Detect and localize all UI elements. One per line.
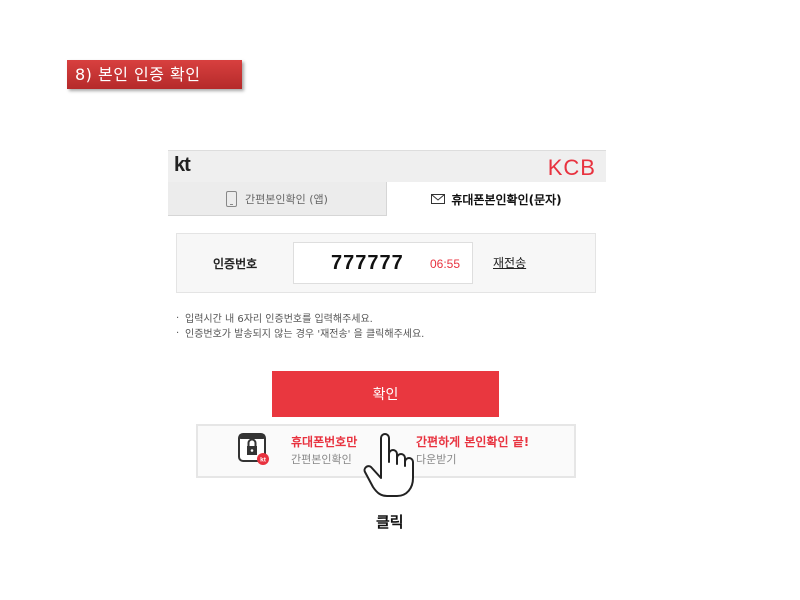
resend-link[interactable]: 재전송 — [493, 254, 526, 271]
tab-app-label: 간편본인확인 (앱) — [245, 192, 328, 206]
confirm-button[interactable]: 확인 — [272, 371, 499, 417]
promo-title-right: 간편하게 본인확인 끝! — [416, 435, 530, 449]
kt-logo: kt — [174, 154, 191, 176]
promo-title-left: 휴대폰번호만 — [291, 435, 358, 449]
lock-phone-icon: kt — [238, 433, 269, 465]
promo-sub-right: 다운받기 — [416, 453, 457, 466]
auth-method-tabs: 간편본인확인 (앱) 휴대폰본인확인(문자) — [168, 182, 606, 216]
tab-sms-label: 휴대폰본인확인(문자) — [451, 192, 562, 207]
countdown-timer: 06:55 — [429, 257, 460, 271]
auth-code-value: 777777 — [331, 252, 404, 274]
phone-icon — [226, 190, 238, 207]
click-annotation: 클릭 — [376, 513, 404, 531]
step-title-badge: 8) 본인 인증 확인 — [67, 60, 242, 89]
note-item: 인증번호가 발송되지 않는 경우 '재전송' 을 클릭해주세요. — [176, 323, 424, 342]
pointer-hand-icon — [363, 433, 414, 497]
auth-code-box: 인증번호 777777 06:55 재전송 — [176, 233, 596, 293]
mail-icon — [431, 194, 446, 204]
kt-badge-text: kt — [260, 457, 267, 464]
promo-sub-left: 간편본인확인 — [291, 453, 352, 466]
note-item: 입력시간 내 6자리 인증번호를 입력해주세요. — [176, 308, 424, 327]
tab-sms-auth[interactable]: 휴대폰본인확인(문자) — [387, 182, 606, 216]
auth-code-input[interactable]: 777777 06:55 — [293, 242, 473, 284]
instruction-notes: 입력시간 내 6자리 인증번호를 입력해주세요. 인증번호가 발송되지 않는 경… — [176, 308, 424, 342]
auth-code-label: 인증번호 — [213, 257, 258, 271]
step-title: 8) 본인 인증 확인 — [75, 65, 201, 84]
tab-app-auth[interactable]: 간편본인확인 (앱) — [168, 182, 387, 216]
auth-header: kt KCB — [168, 150, 606, 183]
kcb-logo: KCB — [547, 155, 596, 180]
